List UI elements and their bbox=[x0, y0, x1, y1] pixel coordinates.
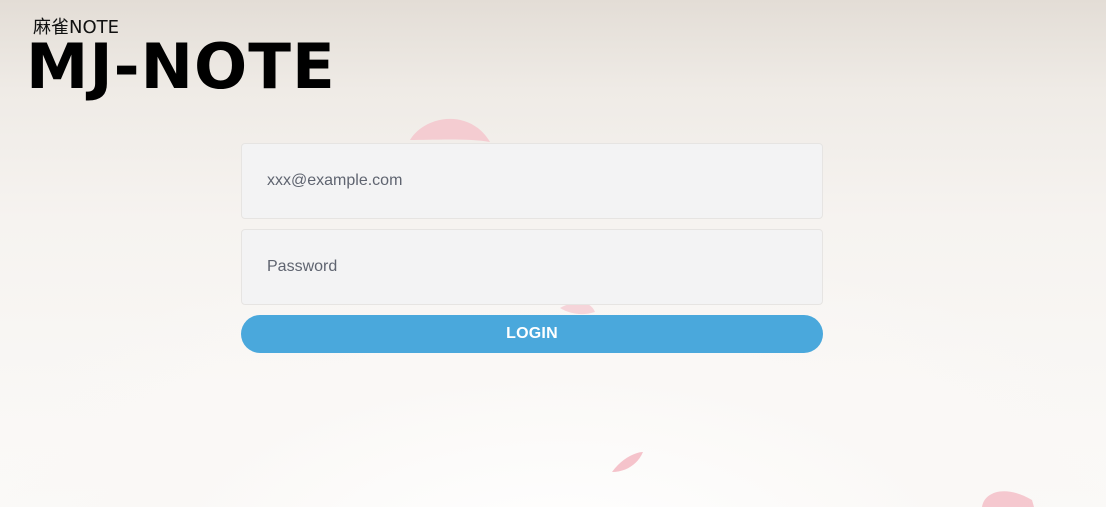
email-input[interactable] bbox=[241, 143, 823, 219]
petal-decoration bbox=[982, 491, 1034, 507]
login-form: LOGIN bbox=[241, 143, 823, 353]
petal-decoration bbox=[410, 118, 490, 142]
password-input[interactable] bbox=[241, 229, 823, 305]
logo-title: MJ-NOTE bbox=[26, 30, 336, 103]
login-button[interactable]: LOGIN bbox=[241, 315, 823, 353]
petal-decoration bbox=[612, 452, 643, 472]
logo: 麻雀NOTE MJ-NOTE bbox=[26, 15, 356, 100]
